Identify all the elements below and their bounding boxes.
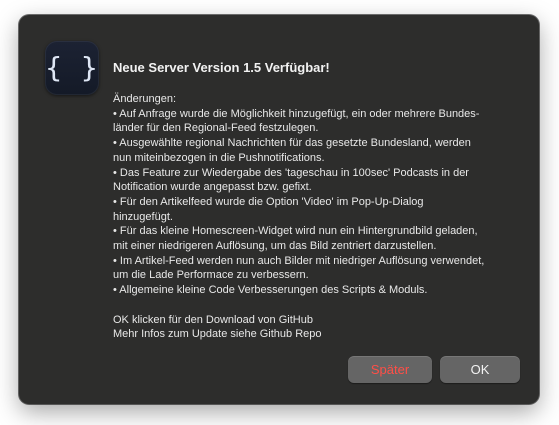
later-button[interactable]: Später xyxy=(348,356,432,383)
message-line: • Auf Anfrage wurde die Möglichkeit hinz… xyxy=(113,107,480,120)
message-line: nun miteinbezogen in die Pushnotificatio… xyxy=(113,151,325,164)
app-icon-glyph: { } xyxy=(45,51,99,84)
message-line: mit einer niedrigeren Auflösung, um das … xyxy=(113,240,437,253)
message-line: Notification wurde angepasst bzw. gefixt… xyxy=(113,181,312,194)
message-line: • Das Feature zur Wiedergabe des 'tagesc… xyxy=(113,166,469,179)
ok-button[interactable]: OK xyxy=(440,356,520,383)
update-alert-dialog: { } Neue Server Version 1.5 Verfügbar! Ä… xyxy=(19,15,539,404)
dialog-title: Neue Server Version 1.5 Verfügbar! xyxy=(113,60,330,75)
message-line: länder für den Regional-Feed festzulegen… xyxy=(113,122,319,135)
braces-icon: { } xyxy=(45,41,99,95)
message-spacer xyxy=(113,298,523,313)
message-line: • Allgemeine kleine Code Verbesserungen … xyxy=(113,284,428,297)
message-line: Mehr Infos zum Update siehe Github Repo xyxy=(113,328,322,341)
message-line: OK klicken für den Download von GitHub xyxy=(113,313,313,326)
message-line: • Für das kleine Homescreen-Widget wird … xyxy=(113,225,478,238)
message-line: • Im Artikel-Feed werden nun auch Bilder… xyxy=(113,254,485,267)
message-line: Änderungen: xyxy=(113,93,176,105)
dialog-message: Änderungen: • Auf Anfrage wurde die Mögl… xyxy=(113,92,523,342)
message-line: um die Lade Performace zu verbessern. xyxy=(113,269,309,282)
message-line: • Ausgewählte regional Nachrichten für d… xyxy=(113,137,471,150)
message-line: hinzugefügt. xyxy=(113,210,173,223)
message-line: • Für den Artikelfeed wurde die Option '… xyxy=(113,195,424,208)
